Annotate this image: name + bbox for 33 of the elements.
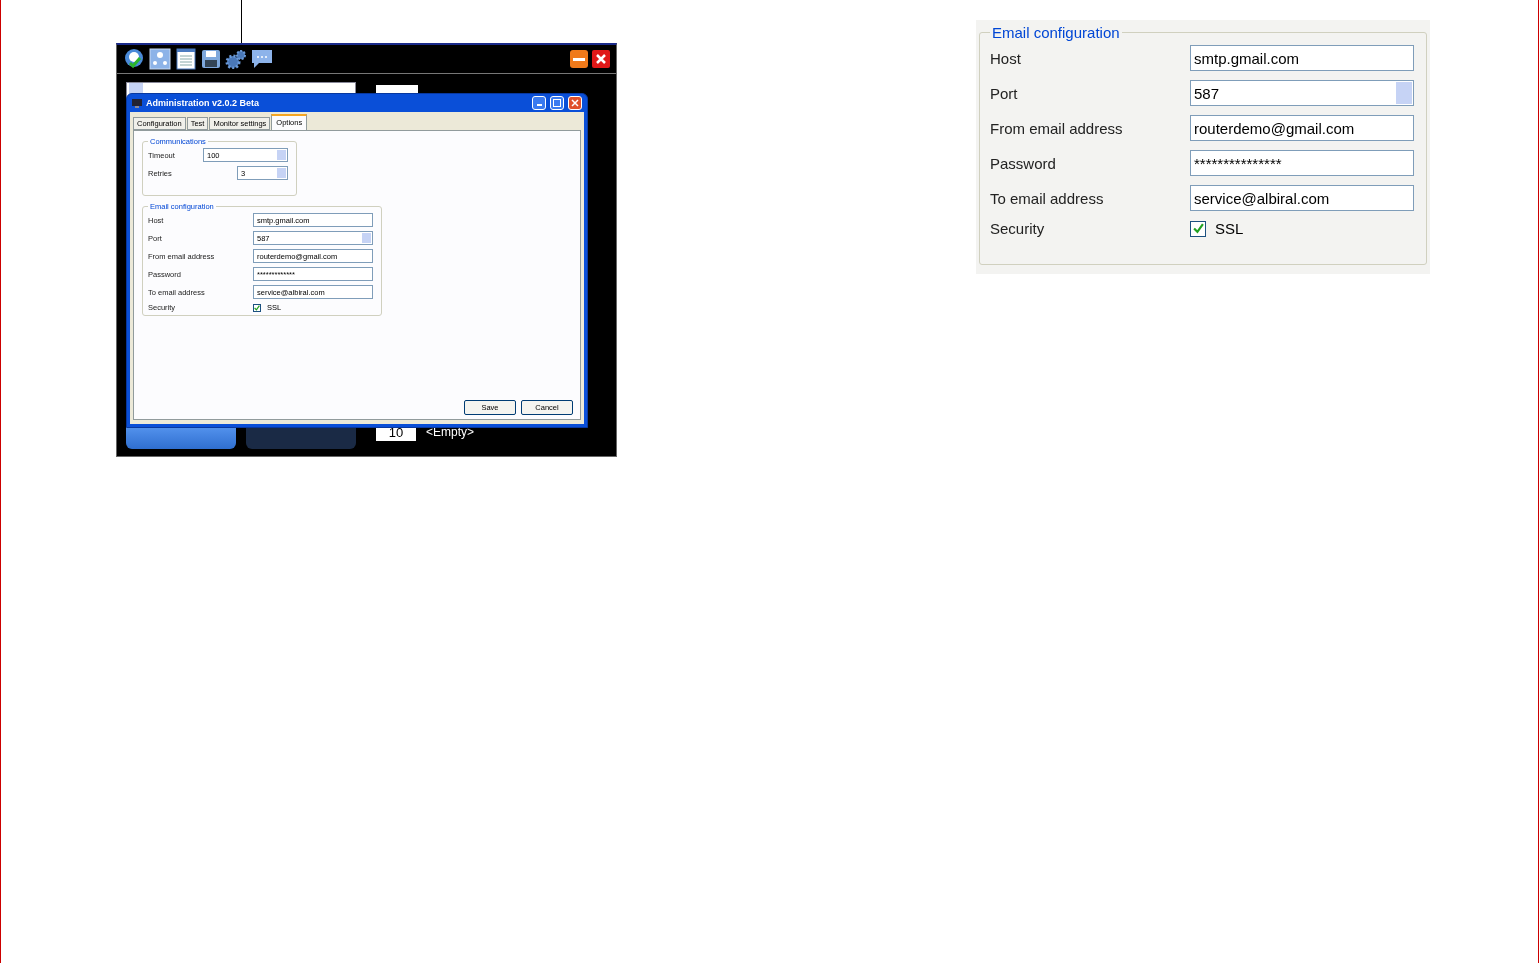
field-label: Host (990, 49, 1022, 67)
gears-icon[interactable] (225, 49, 247, 69)
checkbox[interactable] (1190, 220, 1206, 237)
field-label: Security (990, 220, 1046, 237)
close-icon[interactable] (592, 50, 610, 68)
save-icon[interactable] (201, 49, 221, 69)
shield-check-icon[interactable] (123, 48, 145, 70)
slot-status: <Empty> (426, 425, 475, 439)
field-label: To email address (990, 189, 1105, 207)
close-icon (571, 99, 579, 107)
checkbox-label: SSL (1215, 220, 1244, 237)
field-label: Port (990, 84, 1019, 102)
text-field[interactable]: smtp.gmail.com (1190, 45, 1414, 71)
minimize-icon[interactable] (570, 50, 588, 68)
monitor-icon (132, 98, 142, 108)
field-label: Password (990, 154, 1057, 172)
checkmark-icon (254, 304, 260, 311)
checkbox[interactable] (253, 303, 261, 312)
checkmark-icon (1192, 223, 1204, 234)
field-label: From email address (990, 119, 1124, 137)
close-button[interactable] (568, 96, 582, 110)
network-icon[interactable] (149, 48, 171, 70)
document-icon[interactable] (175, 48, 197, 70)
speech-bubble-icon[interactable] (251, 49, 273, 69)
spinner-field[interactable]: 587 (1190, 80, 1414, 106)
text-field[interactable]: service@albiral.com (1190, 185, 1414, 211)
maximize-button[interactable] (550, 96, 564, 110)
window-title: Administration v2.0.2 Beta (146, 98, 260, 108)
maximize-icon (553, 99, 561, 107)
group-title: Email configuration (991, 24, 1121, 41)
text-field[interactable]: routerdemo@gmail.com (1190, 115, 1414, 141)
password-field[interactable]: *************** (1190, 150, 1414, 176)
minimize-button[interactable] (532, 96, 546, 110)
